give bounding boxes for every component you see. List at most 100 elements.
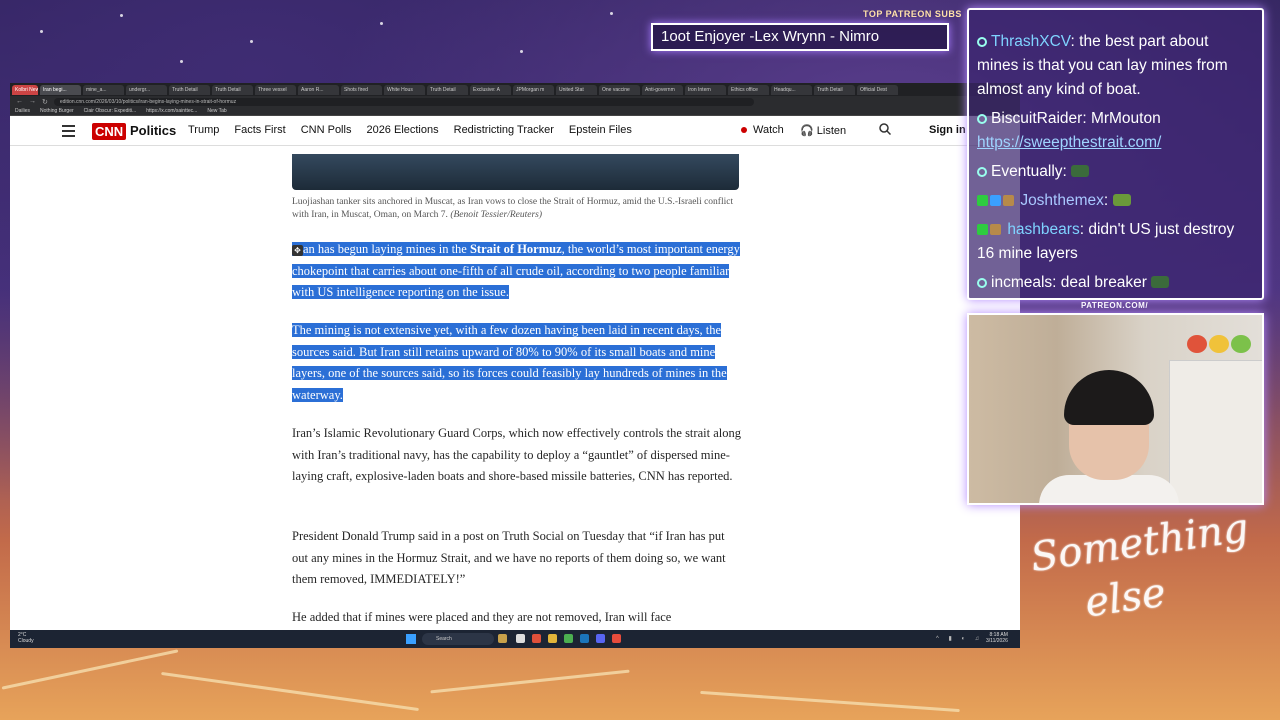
taskbar-app-icon[interactable] (548, 634, 557, 643)
emote-icon (1112, 194, 1131, 206)
reload-icon[interactable]: ↻ (42, 98, 48, 106)
webcam-shelf (1169, 360, 1262, 503)
listen-label: Listen (816, 125, 847, 137)
taskbar-app-icon[interactable] (532, 634, 541, 643)
taskbar-app-icon[interactable] (516, 634, 525, 643)
chat-username: Joshthemex (1020, 192, 1104, 209)
chat-username: BiscuitRaider (991, 110, 1083, 127)
chat-username: ThrashXCV (991, 33, 1071, 50)
windows-taskbar: 2°C Cloudy Search ^ ▮ ◐ ♫ 8:18 AM 3/11/202… (10, 630, 1020, 648)
browser-tab[interactable]: White Hous (384, 84, 425, 95)
start-icon[interactable] (406, 634, 416, 644)
browser-window: Kolbri NewsIran begi...mine_a...undergr.… (10, 83, 1020, 648)
strait-of-hormuz-link[interactable]: Strait of Hormuz (470, 242, 562, 256)
emote-icon (1151, 276, 1170, 288)
nav-link[interactable]: Trump (188, 124, 219, 136)
background-star (40, 30, 43, 33)
bookmark-item[interactable]: New Tab (207, 108, 226, 114)
cnn-navbar: CNN Politics Trump Facts First CNN Polls 20… (10, 116, 1020, 146)
browser-tab[interactable]: Shots fired (341, 84, 382, 95)
article-paragraph: ✥ an has begun laying mines in the Strait… (292, 239, 742, 304)
chat-link[interactable]: https://sweepthestrait.com/ (977, 134, 1161, 151)
headphones-icon: 🎧 (800, 125, 817, 137)
browser-tab[interactable]: Iron Intern (685, 84, 726, 95)
badge-icon (977, 224, 988, 235)
bookmark-item[interactable]: Clair Obscur: Expediti... (84, 108, 137, 114)
taskbar-app-icon[interactable] (596, 634, 605, 643)
browser-tab[interactable]: JPMorgan m (513, 84, 554, 95)
nav-link[interactable]: Epstein Files (569, 124, 632, 136)
browser-tab[interactable]: Truth Detail (814, 84, 855, 95)
taskbar-app-icon[interactable] (612, 634, 621, 643)
chat-message: BiscuitRaider: MrMouton https://sweepthes… (977, 110, 1162, 151)
weather-widget[interactable]: 2°C Cloudy (18, 632, 34, 644)
taskbar-clock[interactable]: 8:18 AM 3/11/2026 (986, 632, 1008, 644)
background-star (610, 12, 613, 15)
browser-tab[interactable]: undergr... (126, 84, 167, 95)
chat-badge-icon (977, 37, 987, 47)
article-paragraph: Iran’s Islamic Revolutionary Guard Corps… (292, 426, 741, 484)
browser-tab[interactable]: Truth Detail (212, 84, 253, 95)
sub-ticker-text: 1oot Enjoyer -Lex Wrynn - Nimro (661, 28, 880, 45)
photo-caption: Luojiashan tanker sits anchored in Musca… (292, 196, 742, 222)
menu-icon[interactable] (62, 125, 75, 140)
listen-link[interactable]: 🎧 Listen (800, 124, 846, 137)
taskbar-app-icon[interactable] (498, 634, 507, 643)
bookmark-item[interactable]: Dailies (15, 108, 30, 114)
stream-chat: ThrashXCV: the best part about mines is … (967, 8, 1264, 300)
back-icon[interactable]: ← (16, 98, 23, 105)
browser-tab[interactable]: Ethics office (728, 84, 769, 95)
browser-tab[interactable]: Anti-governm (642, 84, 683, 95)
background-star (250, 40, 253, 43)
article-paragraph: He added that if mines were placed and t… (292, 610, 672, 624)
browser-tab[interactable]: mine_a... (83, 84, 124, 95)
taskbar-app-icon[interactable] (580, 634, 589, 643)
chat-message: hashbears: didn't US just destroy 16 min… (977, 221, 1235, 262)
nav-link[interactable]: CNN Polls (301, 124, 352, 136)
chat-username: Eventually (991, 163, 1063, 180)
chat-text: deal breaker (1060, 274, 1147, 291)
browser-tab[interactable]: Headqu... (771, 84, 812, 95)
search-icon[interactable] (879, 123, 891, 135)
paragraph-text: an has begun laying mines in the (303, 242, 470, 256)
nav-links: Trump Facts First CNN Polls 2026 Elections R… (188, 124, 632, 136)
forward-icon[interactable]: → (29, 98, 36, 105)
nav-link[interactable]: 2026 Elections (366, 124, 438, 136)
background-star (120, 14, 123, 17)
section-title[interactable]: Politics (130, 123, 176, 138)
browser-tab[interactable]: Aaron R... (298, 84, 339, 95)
taskbar-search[interactable]: Search (422, 633, 494, 645)
tab-strip: Kolbri NewsIran begi...mine_a...undergr.… (10, 83, 1020, 96)
browser-tab[interactable]: Kolbri News (12, 84, 38, 95)
browser-tab[interactable]: Three vessel (255, 84, 296, 95)
browser-tab[interactable]: One vaccine (599, 84, 640, 95)
browser-tab[interactable]: Iran begi... (40, 84, 81, 95)
bookmark-item[interactable]: Nothing Burger (40, 108, 74, 114)
browser-tab[interactable]: Official Dest (857, 84, 898, 95)
chat-username: hashbears (1007, 221, 1080, 238)
nav-link[interactable]: Redistricting Tracker (454, 124, 554, 136)
nav-link[interactable]: Facts First (234, 124, 285, 136)
url-field[interactable]: edition.cnn.com/2026/03/10/politics/iran… (53, 97, 754, 106)
bookmarks-bar: Dailies Nothing Burger Clair Obscur: Exped… (10, 107, 1020, 116)
badge-icon (990, 195, 1001, 206)
chat-message: Joshthemex: (977, 189, 1254, 213)
weather-desc: Cloudy (18, 638, 34, 644)
cnn-logo[interactable]: CNN (92, 123, 127, 140)
background-star (380, 22, 383, 25)
chat-username: incmeals (991, 274, 1053, 291)
chat-badge-icon (977, 167, 987, 177)
article-paragraph: President Donald Trump said in a post on… (292, 529, 726, 587)
bookmark-item[interactable]: https://x.com/sainttec... (146, 108, 197, 114)
system-tray-icons[interactable]: ^ ▮ ◐ ♫ (936, 635, 983, 642)
chat-message: ThrashXCV: the best part about mines is … (977, 33, 1228, 98)
sign-in-link[interactable]: Sign in (929, 124, 966, 136)
browser-tab[interactable]: Truth Detail (427, 84, 468, 95)
text-cursor-icon: ✥ (292, 244, 303, 256)
browser-tab[interactable]: United Stat (556, 84, 597, 95)
photo-credit: (Benoit Tessier/Reuters) (450, 210, 543, 220)
browser-tab[interactable]: Exclusive: A (470, 84, 511, 95)
browser-tab[interactable]: Truth Detail (169, 84, 210, 95)
watch-link[interactable]: Watch (741, 124, 784, 136)
taskbar-app-icon[interactable] (564, 634, 573, 643)
